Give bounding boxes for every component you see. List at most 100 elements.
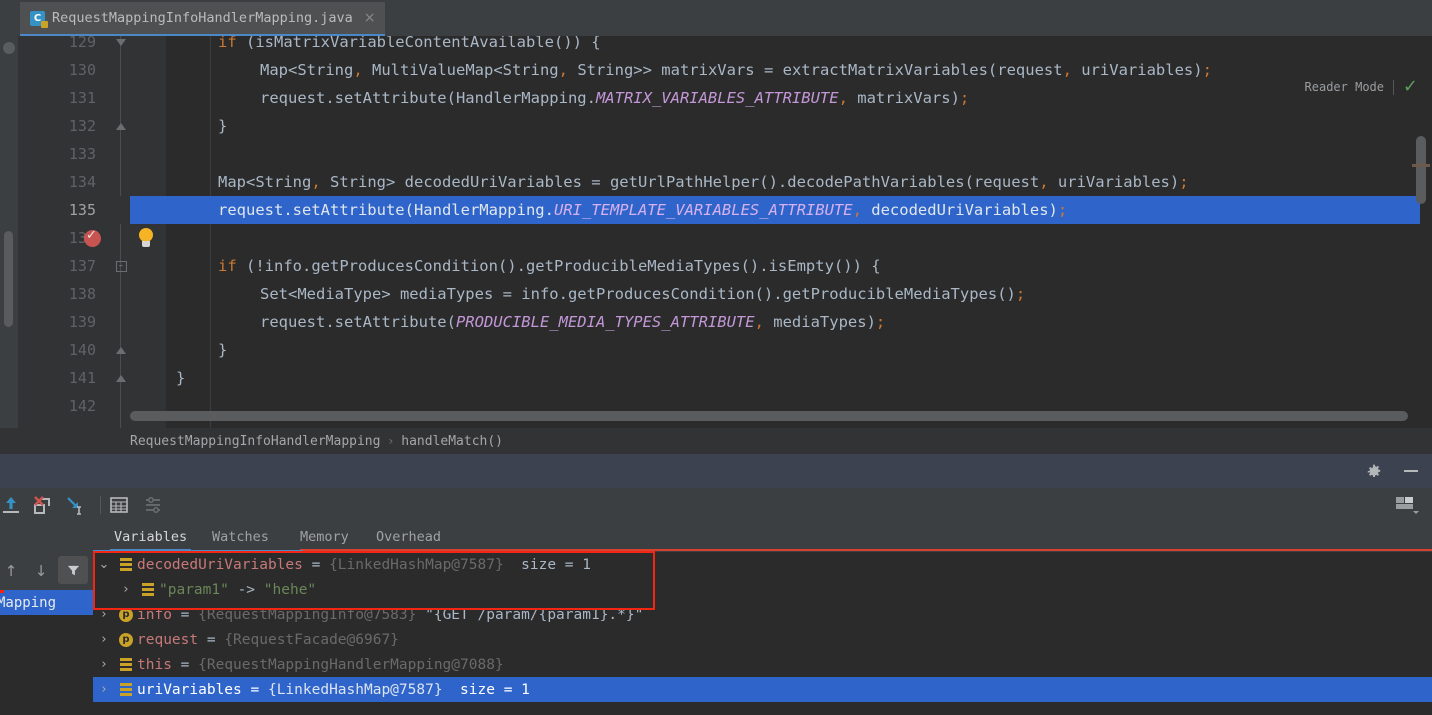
debugger-toolbar xyxy=(0,488,1432,522)
code-line-139[interactable]: 139 request.setAttribute(PRODUCIBLE_MEDI… xyxy=(0,308,1432,336)
code-text: Map<String, MultiValueMap<String, String… xyxy=(260,61,1212,79)
list-icon xyxy=(137,583,159,596)
code-line-134[interactable]: 134 Map<String, String> decodedUriVariab… xyxy=(0,168,1432,196)
fold-marker-icon[interactable]: – xyxy=(112,252,130,280)
variable-row-this[interactable]: › this = {RequestMappingHandlerMapping@7… xyxy=(93,652,1432,677)
chevron-right-icon[interactable]: › xyxy=(93,657,115,672)
chevron-right-icon[interactable]: › xyxy=(93,682,115,697)
code-text: if (!info.getProducesCondition().getProd… xyxy=(218,257,881,275)
tab-watches[interactable]: Watches xyxy=(208,522,273,552)
code-text: request.setAttribute(HandlerMapping.MATR… xyxy=(260,89,970,107)
code-line-136[interactable]: 136 xyxy=(0,224,1432,252)
step-into-icon[interactable] xyxy=(64,494,86,516)
variable-type: {RequestMappingHandlerMapping@7088} xyxy=(198,656,504,673)
line-number: 137 xyxy=(68,257,96,275)
frame-label: handlerMapping xyxy=(0,594,57,611)
breadcrumb-class[interactable]: RequestMappingInfoHandlerMapping xyxy=(130,434,380,449)
variables-tree[interactable]: ⌄ decodedUriVariables = {LinkedHashMap@7… xyxy=(93,550,1432,715)
variable-name: info xyxy=(137,606,172,623)
code-line-140[interactable]: 140 } xyxy=(0,336,1432,364)
gear-icon[interactable] xyxy=(1364,462,1384,482)
layout-settings-icon[interactable] xyxy=(1394,495,1420,515)
tab-overhead[interactable]: Overhead xyxy=(372,522,445,552)
code-line-137[interactable]: 137 – if (!info.getProducesCondition().g… xyxy=(0,252,1432,280)
breadcrumb-separator: › xyxy=(388,434,394,448)
step-out-icon[interactable] xyxy=(0,494,22,516)
param-icon: p xyxy=(115,632,137,647)
line-number: 139 xyxy=(68,313,96,331)
code-line-143[interactable]: 143 – xyxy=(0,420,1432,428)
variable-size: size = 1 xyxy=(521,556,591,573)
lightbulb-icon[interactable] xyxy=(136,228,156,250)
editor-horizontal-scrollbar[interactable] xyxy=(130,411,1408,421)
arrow-up-icon[interactable]: ↑ xyxy=(0,560,22,582)
variable-name: request xyxy=(137,631,199,648)
code-line-130[interactable]: 130 Map<String, MultiValueMap<String, St… xyxy=(0,56,1432,84)
variable-type: {LinkedHashMap@7587} xyxy=(329,556,504,573)
equals-sign: = xyxy=(180,606,190,623)
editor-tab-requestmappinginfohandlermapping[interactable]: C RequestMappingInfoHandlerMapping.java … xyxy=(20,2,386,36)
divider xyxy=(100,496,101,514)
line-number: 132 xyxy=(68,117,96,135)
code-line-138[interactable]: 138 Set<MediaType> mediaTypes = info.get… xyxy=(0,280,1432,308)
code-editor[interactable]: 129 if (isMatrixVariableContentAvailable… xyxy=(0,36,1432,428)
chevron-right-icon[interactable]: › xyxy=(93,607,115,622)
fold-marker-icon[interactable] xyxy=(112,36,130,56)
variable-type: {RequestFacade@6967} xyxy=(224,631,399,648)
code-line-131[interactable]: 131 request.setAttribute(HandlerMapping.… xyxy=(0,84,1432,112)
inspection-ok-icon[interactable]: ✓ xyxy=(1403,78,1418,96)
annotation-line xyxy=(300,549,1432,551)
frame-selected-row[interactable]: handlerMapping xyxy=(0,590,93,615)
code-line-135-current[interactable]: 135 request.setAttribute(HandlerMapping.… xyxy=(0,196,1432,224)
line-number: 140 xyxy=(68,341,96,359)
variable-row-request[interactable]: › p request = {RequestFacade@6967} xyxy=(93,627,1432,652)
list-icon xyxy=(115,558,137,571)
debugger-panel-header xyxy=(0,454,1432,488)
variable-type: {LinkedHashMap@7587} xyxy=(267,681,443,698)
code-line-132[interactable]: 132 } xyxy=(0,112,1432,140)
line-number: 129 xyxy=(68,36,96,51)
chevron-right-icon[interactable]: › xyxy=(115,582,137,597)
chevron-right-icon[interactable]: › xyxy=(93,632,115,647)
equals-sign: = xyxy=(206,631,216,648)
line-number: 143 xyxy=(18,420,96,428)
tab-memory[interactable]: Memory xyxy=(296,522,353,552)
arrow-down-icon[interactable]: ↓ xyxy=(30,560,52,582)
equals-sign: = xyxy=(180,656,190,673)
variable-type: {RequestMappingInfo@7583} xyxy=(198,606,417,623)
fold-marker-icon[interactable]: – xyxy=(112,420,130,428)
line-number: 130 xyxy=(68,61,96,79)
chevron-down-icon[interactable]: ⌄ xyxy=(93,557,115,572)
variable-row-map-entry[interactable]: › "param1" -> "hehe" xyxy=(93,577,1432,602)
fold-marker-icon[interactable] xyxy=(112,364,130,392)
variable-name: decodedUriVariables xyxy=(137,556,303,573)
fold-marker-icon[interactable] xyxy=(112,336,130,364)
frames-toolbar: ↑ ↓ xyxy=(0,552,93,588)
tab-variables[interactable]: Variables xyxy=(110,522,192,552)
filter-icon[interactable] xyxy=(58,556,88,584)
divider xyxy=(1393,80,1394,95)
fold-marker-icon[interactable] xyxy=(112,112,130,140)
code-line-141[interactable]: 141 } xyxy=(0,364,1432,392)
intellij-debugger-window: C RequestMappingInfoHandlerMapping.java … xyxy=(0,0,1432,715)
variable-name: this xyxy=(137,656,172,673)
variable-row-urivariables[interactable]: › uriVariables = {LinkedHashMap@7587} si… xyxy=(93,677,1432,702)
variable-row-info[interactable]: › p info = {RequestMappingInfo@7583} "{G… xyxy=(93,602,1432,627)
breakpoint-verified-icon[interactable] xyxy=(84,228,101,247)
frames-list[interactable] xyxy=(0,615,93,715)
reader-mode-label[interactable]: Reader Mode xyxy=(1305,80,1384,94)
code-line-133[interactable]: 133 xyxy=(0,140,1432,168)
minimize-icon[interactable] xyxy=(1404,470,1418,472)
force-step-into-icon[interactable] xyxy=(30,494,52,516)
equals-sign: = xyxy=(311,556,321,573)
evaluate-expression-icon[interactable] xyxy=(108,494,130,516)
close-icon[interactable]: × xyxy=(364,11,376,25)
variable-name: uriVariables xyxy=(137,681,242,698)
variable-value: "{GET /param/{param1}.*}" xyxy=(425,606,644,623)
code-line-129[interactable]: 129 if (isMatrixVariableContentAvailable… xyxy=(0,36,1432,56)
variable-row-decodeduri[interactable]: ⌄ decodedUriVariables = {LinkedHashMap@7… xyxy=(93,552,1432,577)
settings-lines-icon[interactable] xyxy=(142,494,164,516)
code-text: } xyxy=(176,369,186,387)
editor-vertical-scrollbar[interactable] xyxy=(1416,136,1426,204)
breadcrumb-method[interactable]: handleMatch() xyxy=(401,434,503,449)
